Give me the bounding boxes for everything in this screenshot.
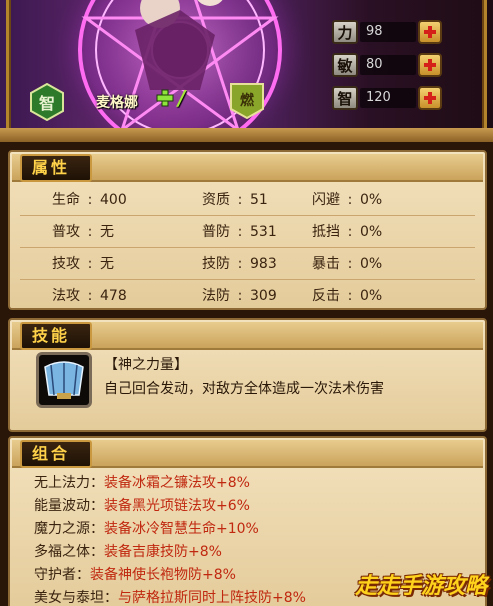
attr-value: 478 [100,288,127,304]
skill-icon[interactable] [36,352,92,408]
add-intelligence-button[interactable] [418,86,442,110]
attr-row: 法攻:478 法防:309 反击:0% [20,280,475,312]
hero-portrait-area: 智 麦格娜 / 燃 力 98 敏 80 智 120 [0,0,493,142]
stat-row-intelligence: 智 120 [332,86,444,110]
combo-item: 能量波动：装备黑光项链法攻+6% [34,498,250,514]
attr-key: 暴击 [312,256,340,272]
attr-value: 无 [100,224,114,240]
attr-key: 技防 [202,256,230,272]
hero-plus-icon [156,89,174,107]
combo-item: 守护者：装备神使长袍物防+8% [34,567,236,583]
stat-label: 敏 [332,53,358,77]
stat-label: 智 [332,86,358,110]
attr-key: 普防 [202,224,230,240]
attr-value: 51 [250,192,268,208]
hero-frame-bottom [0,128,493,142]
panel-header: 属性 [12,154,483,182]
stat-value: 98 [360,22,416,42]
watermark: 走走手游攻略 [354,574,487,599]
type-badge-zhi: 智 [30,83,64,121]
attr-value: 400 [100,192,127,208]
attr-key: 法防 [202,288,230,304]
combo-item: 无上法力：装备冰霜之镰法攻+8% [34,475,250,491]
panel-header: 技能 [12,322,483,350]
skill-title: 技能 [20,322,92,350]
attr-key: 普攻 [52,224,80,240]
fan-icon [44,361,84,399]
panel-header: 组合 [12,440,483,468]
attr-value: 309 [250,288,277,304]
attr-key: 抵挡 [312,224,340,240]
attr-value: 0% [360,256,383,272]
attr-value: 0% [360,288,383,304]
attr-key: 反击 [312,288,340,304]
stat-row-strength: 力 98 [332,20,444,44]
attr-value: 983 [250,256,277,272]
attr-value: 531 [250,224,277,240]
attr-key: 资质 [202,192,230,208]
attr-key: 闪避 [312,192,340,208]
skill-panel: 技能 【神之力量】 自己回合发动，对敌方全体造成一次法术伤害 [8,318,487,432]
stat-value: 120 [360,88,416,108]
skill-name: 【神之力量】 [104,357,188,373]
attr-value: 0% [360,224,383,240]
skill-badge-ran: 燃 [230,81,264,119]
add-agility-button[interactable] [418,53,442,77]
attr-key: 法攻 [52,288,80,304]
stat-row-agility: 敏 80 [332,53,444,77]
attributes-title: 属性 [20,154,92,182]
attr-key: 技攻 [52,256,80,272]
combo-item: 美女与泰坦：与萨格拉斯同时上阵技防+8% [34,590,306,606]
hero-name: 麦格娜 [96,95,138,111]
attr-row: 技攻: 无 技防:983 暴击:0% [20,248,475,280]
attr-value: 0% [360,192,383,208]
add-strength-button[interactable] [418,20,442,44]
combo-title: 组合 [20,440,92,468]
attr-value: 无 [100,256,114,272]
stat-label: 力 [332,20,358,44]
skill-description: 自己回合发动，对敌方全体造成一次法术伤害 [104,381,384,397]
attributes-panel: 属性 生命:400 资质:51 闪避:0% 普攻: 无 普防:531 抵挡:0% … [8,150,487,310]
attr-row: 普攻: 无 普防:531 抵挡:0% [20,216,475,248]
hero-star-mark: / [178,86,186,110]
attr-row: 生命:400 资质:51 闪避:0% [20,184,475,216]
combo-item: 魔力之源：装备冰冷智慧生命+10% [34,521,259,537]
combo-item: 多福之体：装备吉康技防+8% [34,544,222,560]
attr-key: 生命 [52,192,80,208]
stat-value: 80 [360,55,416,75]
